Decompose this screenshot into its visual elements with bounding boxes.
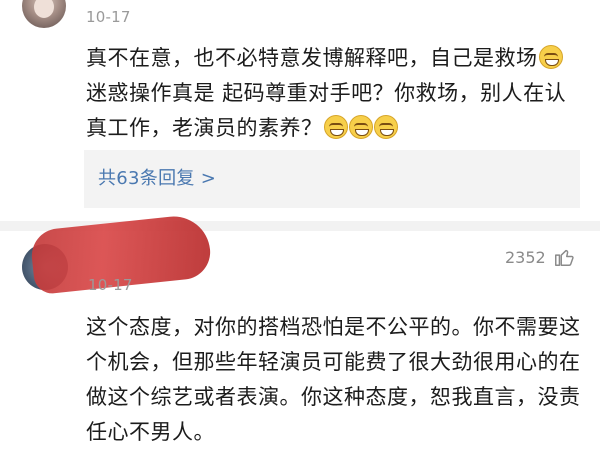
replies-panel[interactable]: 共63条回复 > [84,150,580,208]
grin-emoji-icon [373,115,398,139]
like-count: 2352 [505,248,546,267]
thumbs-up-icon[interactable] [553,246,575,268]
grin-emoji-icon [323,115,348,139]
view-replies-link[interactable]: 共63条回复 > [98,164,216,190]
comment-text: 这个态度，对你的搭档恐怕是不公平的。你不需要这个机会，但那些年轻演员可能费了很大… [86,315,581,444]
user-avatar[interactable] [22,0,66,28]
comment-text-part1: 真不在意，也不必特意发博解释吧，自己是救场 [86,46,538,70]
comment-date: 10-17 [86,8,131,26]
comment-date: 10-17 [88,276,133,294]
grin-emoji-icon [538,45,563,69]
comment-text: 真不在意，也不必特意发博解释吧，自己是救场 迷惑操作真是 起码尊重对手吧？你救场… [86,41,586,146]
grin-emoji-icon [348,115,373,139]
